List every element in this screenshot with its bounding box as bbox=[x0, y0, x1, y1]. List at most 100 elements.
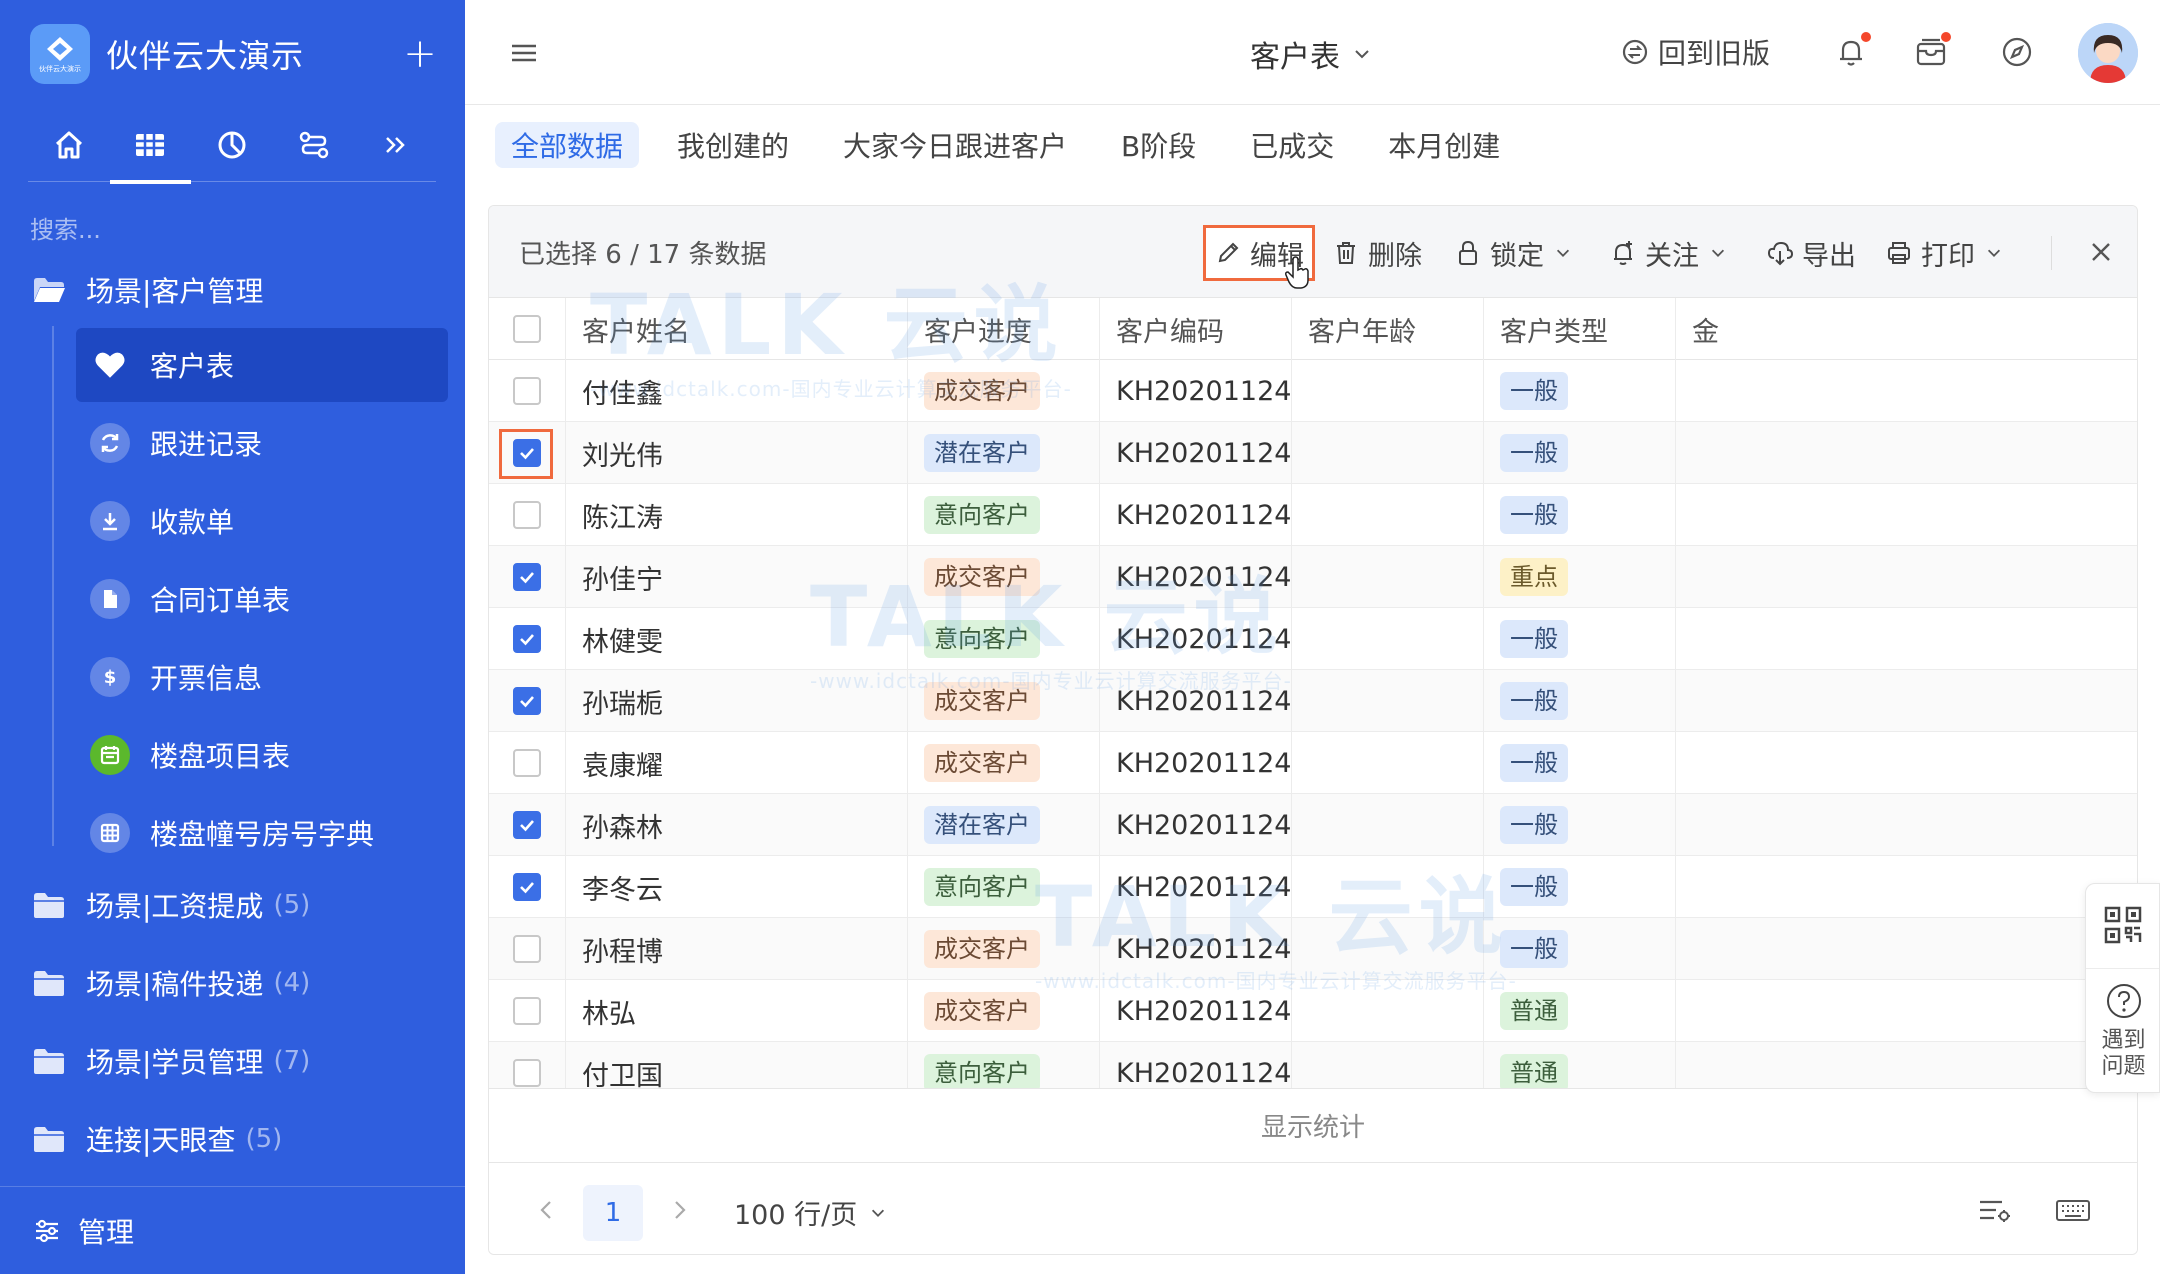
cell-age[interactable] bbox=[1291, 856, 1483, 918]
row-checkbox[interactable] bbox=[513, 501, 541, 529]
cell-name[interactable]: 孙瑞栀 bbox=[565, 670, 907, 732]
export-button[interactable]: 导出 bbox=[1766, 228, 1856, 278]
follow-button[interactable]: 关注 bbox=[1609, 228, 1727, 278]
cell-code[interactable]: KH202011240029 bbox=[1099, 732, 1291, 794]
inbox-button[interactable] bbox=[1913, 32, 1951, 70]
column-header-type[interactable]: 客户类型 bbox=[1483, 298, 1675, 360]
app-logo[interactable]: 伙伴云大演示 bbox=[30, 24, 90, 84]
cell-age[interactable] bbox=[1291, 546, 1483, 608]
column-header-amount[interactable]: 金 bbox=[1675, 298, 1745, 360]
view-tab-all[interactable]: 全部数据 bbox=[495, 122, 640, 168]
cell-age[interactable] bbox=[1291, 608, 1483, 670]
table-row[interactable]: 付佳鑫 成交客户 KH202011240023 一般 bbox=[489, 360, 2137, 422]
cell-type[interactable]: 一般 bbox=[1483, 732, 1675, 794]
cell-progress[interactable]: 意向客户 bbox=[907, 856, 1099, 918]
manage-button[interactable]: 管理 bbox=[0, 1186, 465, 1274]
cell-name[interactable]: 孙佳宁 bbox=[565, 546, 907, 608]
cell-name[interactable]: 付佳鑫 bbox=[565, 360, 907, 422]
cell-age[interactable] bbox=[1291, 670, 1483, 732]
sidebar-item-properties[interactable]: 楼盘项目表 bbox=[76, 718, 448, 792]
lock-button[interactable]: 锁定 bbox=[1454, 228, 1572, 278]
table-row[interactable]: 孙瑞栀 成交客户 KH202011240028 一般 bbox=[489, 670, 2137, 732]
next-page-icon[interactable] bbox=[665, 1195, 695, 1225]
tab-more[interactable] bbox=[354, 118, 436, 182]
cell-amount[interactable] bbox=[1675, 484, 1745, 546]
row-checkbox[interactable] bbox=[513, 1059, 541, 1087]
cell-name[interactable]: 李冬云 bbox=[565, 856, 907, 918]
tab-tables[interactable] bbox=[109, 118, 192, 184]
select-all-checkbox[interactable] bbox=[513, 315, 541, 343]
cell-type[interactable]: 一般 bbox=[1483, 856, 1675, 918]
cell-type[interactable]: 一般 bbox=[1483, 360, 1675, 422]
column-header-name[interactable]: 客户姓名 bbox=[565, 298, 907, 360]
table-row[interactable]: 林健雯 意向客户 KH202011240027 一般 bbox=[489, 608, 2137, 670]
cell-code[interactable]: KH202011240030 bbox=[1099, 794, 1291, 856]
cell-type[interactable]: 一般 bbox=[1483, 794, 1675, 856]
column-header-age[interactable]: 客户年龄 bbox=[1291, 298, 1483, 360]
column-header-code[interactable]: 客户编码 bbox=[1099, 298, 1291, 360]
table-row[interactable]: 孙佳宁 成交客户 KH202011240026 重点 bbox=[489, 546, 2137, 608]
cell-type[interactable]: 一般 bbox=[1483, 608, 1675, 670]
folder-salary[interactable]: 场景|工资提成 (5) bbox=[32, 880, 310, 930]
column-header-progress[interactable]: 客户进度 bbox=[907, 298, 1099, 360]
sidebar-item-receipts[interactable]: 收款单 bbox=[76, 484, 448, 558]
cell-progress[interactable]: 成交客户 bbox=[907, 670, 1099, 732]
cell-type[interactable]: 一般 bbox=[1483, 484, 1675, 546]
view-tab-closed[interactable]: 已成交 bbox=[1234, 122, 1350, 168]
sidebar-item-room-dictionary[interactable]: 楼盘幢号房号字典 bbox=[76, 796, 448, 870]
row-checkbox[interactable] bbox=[513, 563, 541, 591]
tab-home[interactable] bbox=[28, 118, 110, 182]
view-tab-stage-b[interactable]: B阶段 bbox=[1105, 122, 1212, 168]
cell-amount[interactable] bbox=[1675, 422, 1745, 484]
table-row[interactable]: 孙森林 潜在客户 KH202011240030 一般 bbox=[489, 794, 2137, 856]
cell-age[interactable] bbox=[1291, 360, 1483, 422]
cell-progress[interactable]: 成交客户 bbox=[907, 732, 1099, 794]
tab-dashboard[interactable] bbox=[191, 118, 273, 182]
help-button[interactable]: 遇到问题 bbox=[2086, 982, 2160, 1080]
explore-button[interactable] bbox=[1999, 34, 2035, 70]
cell-name[interactable]: 孙程博 bbox=[565, 918, 907, 980]
cell-age[interactable] bbox=[1291, 732, 1483, 794]
prev-page-icon[interactable] bbox=[531, 1195, 561, 1225]
row-checkbox[interactable] bbox=[513, 811, 541, 839]
cell-amount[interactable] bbox=[1675, 980, 1745, 1042]
close-icon[interactable] bbox=[2086, 237, 2116, 267]
cell-progress[interactable]: 意向客户 bbox=[907, 608, 1099, 670]
table-row[interactable]: 林弘 成交客户 KH202011240033 普通 bbox=[489, 980, 2137, 1042]
cell-age[interactable] bbox=[1291, 484, 1483, 546]
hamburger-menu-icon[interactable] bbox=[509, 38, 539, 68]
cell-code[interactable]: KH202011240028 bbox=[1099, 670, 1291, 732]
table-row[interactable]: 陈江涛 意向客户 KH202011240025 一般 bbox=[489, 484, 2137, 546]
cell-name[interactable]: 孙森林 bbox=[565, 794, 907, 856]
table-row[interactable]: 刘光伟 潜在客户 KH202011240024 一般 bbox=[489, 422, 2137, 484]
cell-name[interactable]: 陈江涛 bbox=[565, 484, 907, 546]
cell-name[interactable]: 林健雯 bbox=[565, 608, 907, 670]
row-checkbox[interactable] bbox=[513, 377, 541, 405]
qr-code-icon[interactable] bbox=[2104, 906, 2142, 944]
view-tab-today-followup[interactable]: 大家今日跟进客户 bbox=[827, 122, 1083, 168]
cell-amount[interactable] bbox=[1675, 546, 1745, 608]
delete-button[interactable]: 删除 bbox=[1332, 228, 1422, 278]
cell-progress[interactable]: 成交客户 bbox=[907, 918, 1099, 980]
cell-age[interactable] bbox=[1291, 980, 1483, 1042]
cell-code[interactable]: KH202011240026 bbox=[1099, 546, 1291, 608]
sidebar-search[interactable]: 搜索... bbox=[30, 210, 101, 245]
cell-amount[interactable] bbox=[1675, 918, 1745, 980]
cell-amount[interactable] bbox=[1675, 794, 1745, 856]
table-switcher[interactable]: 客户表 bbox=[1250, 32, 1372, 76]
cell-code[interactable]: KH202011240027 bbox=[1099, 608, 1291, 670]
show-stats-button[interactable]: 显示统计 bbox=[489, 1088, 2137, 1162]
folder-customer-management[interactable]: 场景|客户管理 bbox=[32, 265, 263, 315]
table-row[interactable]: 袁康耀 成交客户 KH202011240029 一般 bbox=[489, 732, 2137, 794]
keyboard-icon[interactable] bbox=[2055, 1195, 2091, 1225]
view-tab-this-month[interactable]: 本月创建 bbox=[1372, 122, 1516, 168]
user-avatar[interactable] bbox=[2078, 23, 2138, 83]
cell-type[interactable]: 一般 bbox=[1483, 918, 1675, 980]
cell-code[interactable]: KH202011240024 bbox=[1099, 422, 1291, 484]
cell-type[interactable]: 重点 bbox=[1483, 546, 1675, 608]
cell-name[interactable]: 袁康耀 bbox=[565, 732, 907, 794]
cell-progress[interactable]: 成交客户 bbox=[907, 980, 1099, 1042]
row-checkbox[interactable] bbox=[513, 935, 541, 963]
sidebar-item-invoices[interactable]: $ 开票信息 bbox=[76, 640, 448, 714]
cell-amount[interactable] bbox=[1675, 608, 1745, 670]
